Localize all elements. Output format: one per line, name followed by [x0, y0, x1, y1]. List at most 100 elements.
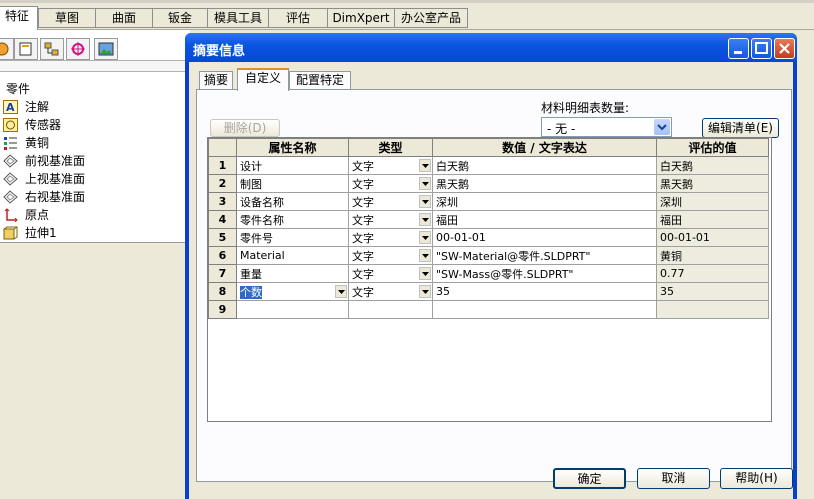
type-cell[interactable]: 文字	[348, 210, 433, 229]
tree-item-sensors[interactable]: 传感器	[0, 116, 190, 134]
ok-button[interactable]: 确定	[553, 468, 626, 489]
type-cell[interactable]: 文字	[348, 192, 433, 211]
dropdown-arrow-icon[interactable]	[419, 285, 431, 298]
tab-dimxpert[interactable]: DimXpert	[327, 8, 395, 28]
row-number[interactable]: 1	[208, 156, 237, 175]
value-cell[interactable]	[432, 300, 657, 319]
evaluated-value-cell	[656, 300, 769, 319]
property-name-selected-text[interactable]: 个数	[240, 285, 262, 299]
property-name-cell[interactable]: 重量	[236, 264, 349, 283]
property-manager-button[interactable]	[14, 38, 38, 60]
help-button[interactable]: 帮助(H)	[720, 468, 793, 489]
column-header-value[interactable]: 数值 / 文字表达	[432, 138, 657, 157]
dropdown-arrow-icon[interactable]	[419, 249, 431, 262]
tree-root-part[interactable]: 零件	[0, 80, 190, 98]
cancel-button[interactable]: 取消	[637, 468, 710, 489]
row-number[interactable]: 9	[208, 300, 237, 319]
table-row: 9	[208, 300, 769, 319]
type-cell[interactable]: 文字	[348, 282, 433, 301]
tab-sheet-metal[interactable]: 钣金	[152, 8, 208, 28]
type-value: 文字	[352, 195, 374, 209]
row-number[interactable]: 7	[208, 264, 237, 283]
property-name-cell[interactable]: 制图	[236, 174, 349, 193]
tree-item-extrude1[interactable]: 拉伸1	[0, 224, 190, 242]
tree-empty-area	[0, 242, 190, 499]
tab-sketch[interactable]: 草图	[38, 8, 96, 28]
column-header-property-name[interactable]: 属性名称	[236, 138, 349, 157]
row-number[interactable]: 8	[208, 282, 237, 301]
row-number[interactable]: 4	[208, 210, 237, 229]
tree-root-label: 零件	[6, 82, 31, 96]
value-cell[interactable]: 00-01-01	[432, 228, 657, 247]
column-header-evaluated[interactable]: 评估的值	[656, 138, 769, 157]
tree-item-label: 注解	[25, 100, 50, 114]
configuration-manager-button[interactable]	[40, 38, 64, 60]
dropdown-arrow-icon[interactable]	[335, 285, 347, 298]
evaluated-value-cell: 35	[656, 282, 769, 301]
tree-item-right-plane[interactable]: 右视基准面	[0, 188, 190, 206]
property-name-cell[interactable]: 设备名称	[236, 192, 349, 211]
close-button[interactable]	[774, 38, 795, 59]
evaluated-value-cell: 00-01-01	[656, 228, 769, 247]
type-cell[interactable]: 文字	[348, 228, 433, 247]
plane-icon	[3, 154, 18, 168]
evaluated-value-cell: 黑天鹅	[656, 174, 769, 193]
tree-item-top-plane[interactable]: 上视基准面	[0, 170, 190, 188]
value-cell[interactable]: 35	[432, 282, 657, 301]
type-cell[interactable]: 文字	[348, 246, 433, 265]
tab-features[interactable]: 特征	[0, 6, 38, 30]
value-cell[interactable]: 深圳	[432, 192, 657, 211]
dimxpert-manager-button[interactable]	[66, 38, 90, 60]
value-cell[interactable]: 黑天鹅	[432, 174, 657, 193]
type-cell[interactable]: 文字	[348, 156, 433, 175]
value-cell[interactable]: 白天鹅	[432, 156, 657, 175]
edit-list-button[interactable]: 编辑清单(E)	[702, 118, 779, 138]
tree-item-front-plane[interactable]: 前视基准面	[0, 152, 190, 170]
column-header-type[interactable]: 类型	[348, 138, 433, 157]
property-name-cell[interactable]: 设计	[236, 156, 349, 175]
property-name-cell[interactable]: Material	[236, 246, 349, 265]
type-cell[interactable]: 文字	[348, 264, 433, 283]
value-cell[interactable]: 福田	[432, 210, 657, 229]
dropdown-arrow-icon[interactable]	[419, 213, 431, 226]
tab-summary[interactable]: 摘要	[199, 71, 233, 90]
value-cell[interactable]: "SW-Mass@零件.SLDPRT"	[432, 264, 657, 283]
feature-tree-button[interactable]	[0, 38, 14, 60]
dropdown-arrow-icon[interactable]	[419, 267, 431, 280]
chevron-down-icon[interactable]	[654, 119, 670, 135]
dialog-titlebar[interactable]: 摘要信息	[185, 33, 797, 62]
value-cell[interactable]: "SW-Material@零件.SLDPRT"	[432, 246, 657, 265]
table-row: 3 设备名称 文字 深圳 深圳	[208, 192, 769, 211]
maximize-button[interactable]	[751, 38, 772, 59]
dropdown-arrow-icon[interactable]	[419, 159, 431, 172]
row-number[interactable]: 3	[208, 192, 237, 211]
tree-item-material[interactable]: 黄铜	[0, 134, 190, 152]
property-name-cell[interactable]: 零件号	[236, 228, 349, 247]
display-manager-button[interactable]	[94, 38, 118, 60]
dropdown-arrow-icon[interactable]	[419, 231, 431, 244]
tree-item-annotations[interactable]: A 注解	[0, 98, 190, 116]
minimize-button[interactable]	[728, 38, 749, 59]
tree-item-label: 原点	[25, 208, 50, 222]
property-name-cell-editing[interactable]: 个数	[236, 282, 349, 301]
dropdown-arrow-icon[interactable]	[419, 177, 431, 190]
row-number[interactable]: 5	[208, 228, 237, 247]
tab-mold-tools[interactable]: 模具工具	[207, 8, 269, 28]
bom-quantity-select[interactable]: - 无 -	[541, 117, 672, 137]
type-cell[interactable]: 文字	[348, 174, 433, 193]
tab-custom[interactable]: 自定义	[237, 68, 289, 91]
property-name-cell[interactable]	[236, 300, 349, 319]
tree-item-origin[interactable]: 原点	[0, 206, 190, 224]
tab-surfaces[interactable]: 曲面	[95, 8, 153, 28]
property-name-cell[interactable]: 零件名称	[236, 210, 349, 229]
toolbar-remnant	[0, 0, 814, 3]
tab-evaluate[interactable]: 评估	[268, 8, 328, 28]
delete-button[interactable]: 删除(D)	[210, 119, 280, 137]
tab-office-products[interactable]: 办公室产品	[394, 8, 468, 28]
tab-config-specific[interactable]: 配置特定	[289, 71, 351, 90]
dropdown-arrow-icon[interactable]	[419, 195, 431, 208]
row-number[interactable]: 2	[208, 174, 237, 193]
type-value: 文字	[352, 159, 374, 173]
type-cell[interactable]	[348, 300, 433, 319]
row-number[interactable]: 6	[208, 246, 237, 265]
